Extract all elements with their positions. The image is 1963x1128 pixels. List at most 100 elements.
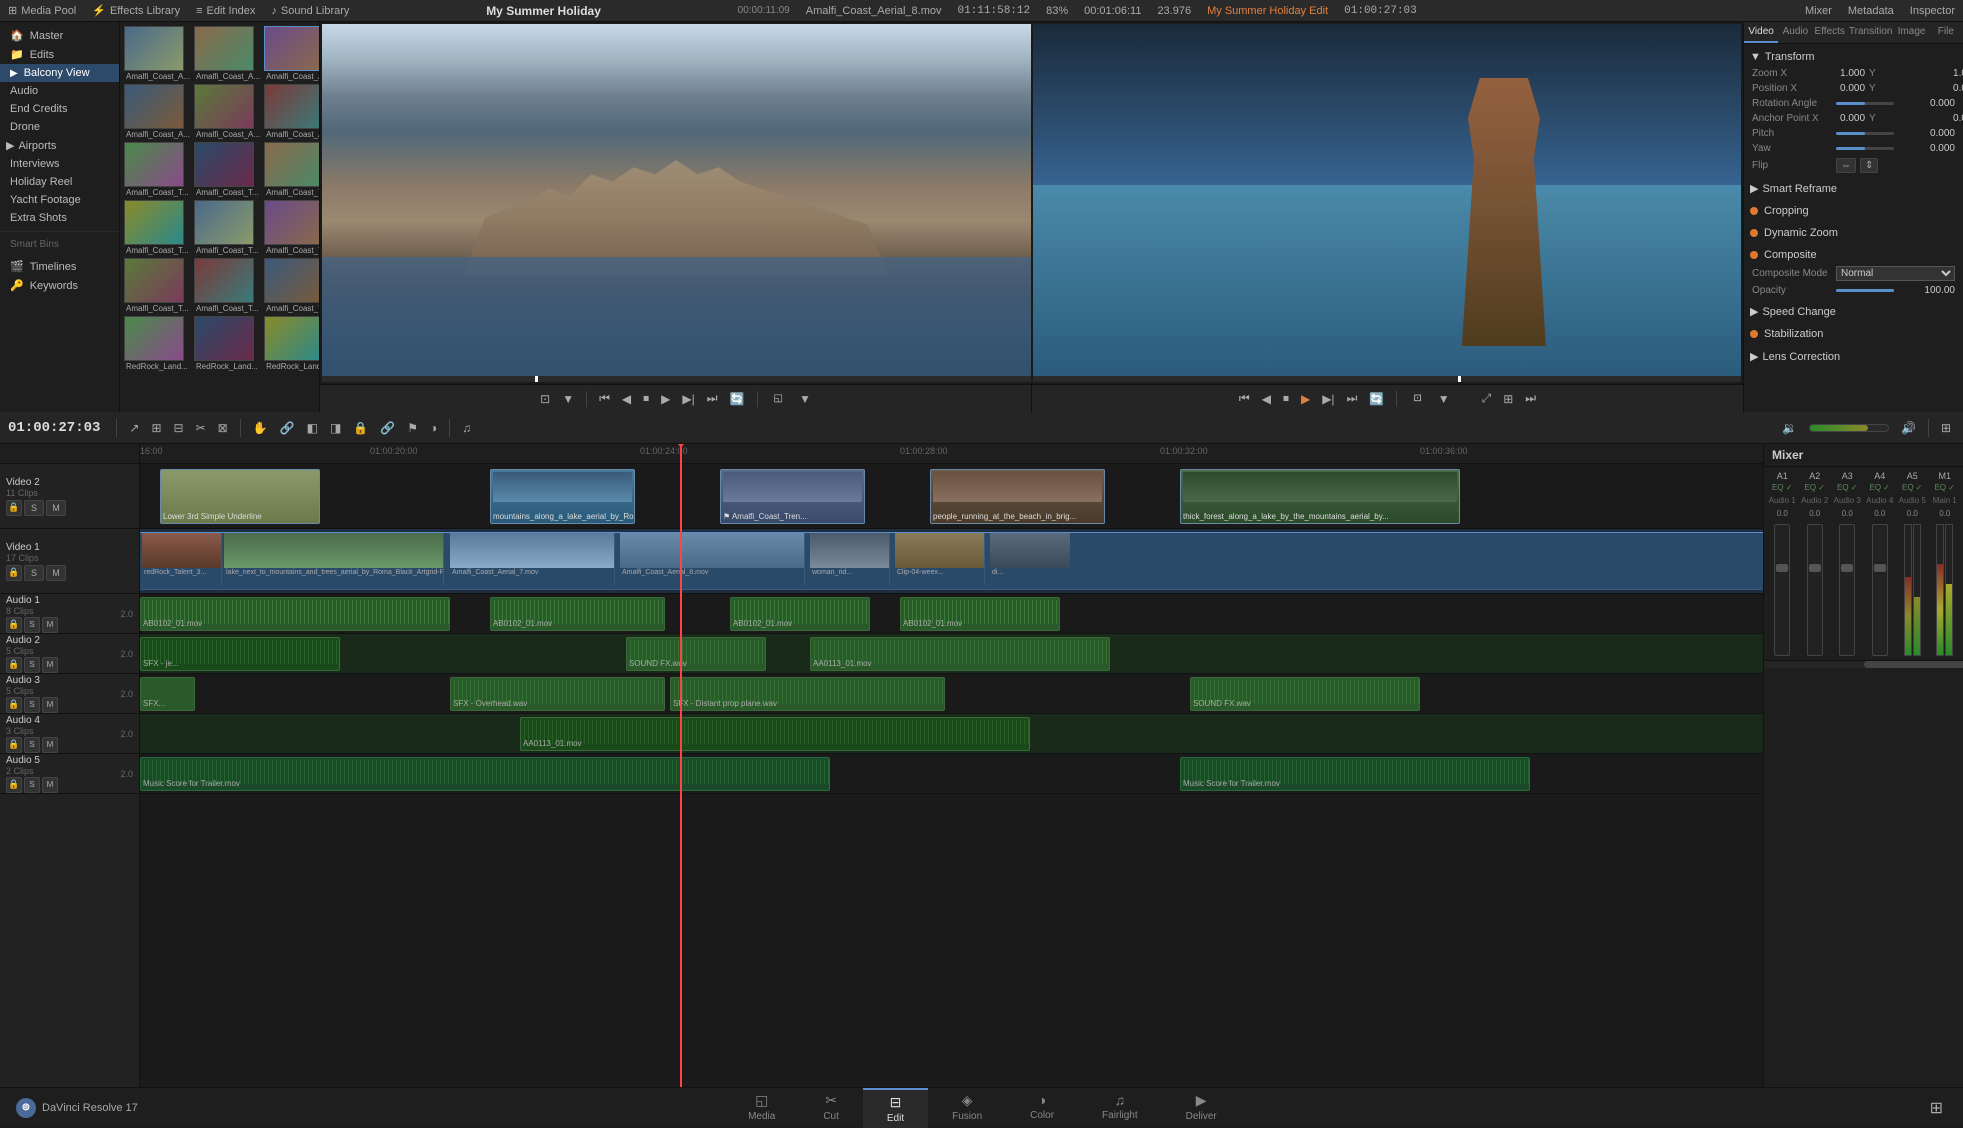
a1-clip-1[interactable]: AB0102_01.mov [140,597,450,631]
a2-solo-btn[interactable]: S [24,657,40,673]
media-thumb-selected[interactable] [264,26,320,71]
inspector-tab-file[interactable]: File [1929,22,1963,43]
v1-clip-weex[interactable]: Clip-04-weex... [895,533,985,585]
v1-lock-btn[interactable]: 🔒 [6,565,22,581]
v1-clip-woman[interactable]: woman_rid... [810,533,890,585]
a4-lock-btn[interactable]: 🔒 [6,737,22,753]
inspector-tab-audio[interactable]: Audio [1778,22,1812,43]
a3-solo-btn[interactable]: S [24,697,40,713]
timeline-playhead[interactable] [1458,376,1461,382]
mark-out-btn[interactable]: ◨ [326,419,345,437]
nav-media[interactable]: ◱ Media [724,1088,799,1128]
media-thumb[interactable] [194,26,254,71]
mixer-eq-m1[interactable]: EQ ✓ [1929,483,1962,492]
select-tool-btn[interactable]: ↗ [125,419,143,437]
snap-btn[interactable]: 🔒 [349,419,372,437]
color-btn[interactable]: ◑ [426,419,441,437]
source-loop-btn[interactable]: 🔄 [726,390,749,408]
a3-clip-overhead[interactable]: SFX - Overhead.wav [450,677,665,711]
media-thumb[interactable] [124,258,184,303]
erase-tool-btn[interactable]: ⊠ [214,419,232,437]
clip-mountains[interactable]: mountains_along_a_lake_aerial_by_Roma... [490,469,635,524]
v1-clip-bar[interactable]: redRock_Talent_3... lake_next_to_mountai… [140,532,1763,590]
a1-clip-3[interactable]: AB0102_01.mov [730,597,870,631]
nav-color[interactable]: ◑ Color [1006,1088,1078,1128]
sidebar-item-audio[interactable]: Audio [0,82,119,100]
a5-mute-btn[interactable]: M [42,777,58,793]
timeline-viewer[interactable] [1033,24,1742,382]
list-item[interactable]: Amalfi_Coast_T... [124,258,192,314]
a3-mute-btn[interactable]: M [42,697,58,713]
a3-clip-distant[interactable]: SFX - Distant prop plane.wav [670,677,945,711]
source-play-btn[interactable]: ▶ [657,390,674,408]
sound-library-btn[interactable]: ♪ Sound Library [271,5,349,17]
cropping-header[interactable]: Cropping [1748,202,1959,220]
link-btn[interactable]: 🔗 [376,419,399,437]
sidebar-item-balcony[interactable]: ▶ Balcony View [0,64,119,82]
sidebar-item-master[interactable]: 🏠 Master [0,26,119,45]
v1-clip-lake[interactable]: lake_next_to_mountains_and_trees_aerial_… [224,533,444,585]
source-playhead[interactable] [535,376,538,382]
a1-mute-btn[interactable]: M [42,617,58,633]
a3-clip-sound-fx2[interactable]: SOUND FX.wav [1190,677,1420,711]
sidebar-item-airports[interactable]: ▶ Airports [0,136,119,155]
workspace-btn[interactable]: ⊞ [1926,1096,1947,1120]
list-item[interactable]: Amalfi_Coast_T... [264,142,320,198]
flag-btn[interactable]: ⚑ [403,419,422,437]
tl-flag-btn[interactable]: ⏭ [1521,389,1540,408]
list-item[interactable]: Amalfi_Coast_T... [264,200,320,256]
media-pool-btn[interactable]: ⊞ Media Pool [8,4,76,17]
mixer-eq-a4[interactable]: EQ ✓ [1864,483,1897,492]
nav-cut[interactable]: ✂ Cut [799,1088,863,1128]
tl-viewer-controls-btn[interactable]: ▼ [1434,390,1454,408]
sidebar-item-interviews[interactable]: Interviews [0,155,119,173]
inspector-tab-image[interactable]: Image [1894,22,1928,43]
media-thumb[interactable] [124,200,184,245]
media-thumb[interactable] [124,316,184,361]
media-thumb[interactable] [264,84,320,129]
mixer-btn[interactable]: Mixer [1805,5,1832,17]
list-item[interactable]: Amalfi_Coast_A... [194,26,262,82]
speed-change-header[interactable]: ▶ Speed Change [1748,302,1959,321]
inspector-tab-effects[interactable]: Effects [1813,22,1847,43]
rotation-slider[interactable] [1836,102,1894,105]
tl-loop-btn[interactable]: 🔄 [1365,390,1388,408]
source-zoom-btn[interactable]: ⊡ [536,390,554,408]
source-prev-mark-btn[interactable]: ⏮ [595,389,614,408]
composite-mode-select[interactable]: Normal [1836,266,1955,281]
sidebar-item-drone[interactable]: Drone [0,118,119,136]
timeline-ruler[interactable]: 16:00 01:00:20:00 01:00:24:00 01:00:28:0… [140,444,1763,464]
tl-prev-frame-btn[interactable]: ◀ [1258,390,1275,408]
sidebar-item-holiday-reel[interactable]: Holiday Reel [0,173,119,191]
media-thumb[interactable] [264,258,320,303]
media-thumb[interactable] [124,84,184,129]
v2-lock-btn[interactable]: 🔒 [6,500,22,516]
a1-solo-btn[interactable]: S [24,617,40,633]
trim-tool-btn[interactable]: ⊞ [147,419,165,437]
list-item[interactable]: RedRock_Land... [194,316,262,372]
a3-lock-btn[interactable]: 🔒 [6,697,22,713]
a1-clip-2[interactable]: AB0102_01.mov [490,597,665,631]
a4-mute-btn[interactable]: M [42,737,58,753]
timeline-scrollbar[interactable] [1764,660,1963,668]
a1-clip-4[interactable]: AB0102_01.mov [900,597,1060,631]
tl-pip-btn[interactable]: ⊞ [1499,390,1517,408]
mixer-eq-a1[interactable]: EQ ✓ [1766,483,1799,492]
dynamic-trim-btn[interactable]: ⊟ [170,419,188,437]
effects-library-btn[interactable]: ⚡ Effects Library [92,4,180,17]
inspector-tab-transition[interactable]: Transition [1847,22,1895,43]
media-thumb[interactable] [264,200,320,245]
a4-solo-btn[interactable]: S [24,737,40,753]
sidebar-item-edits[interactable]: 📁 Edits [0,45,119,64]
sidebar-item-end-credits[interactable]: End Credits [0,100,119,118]
clip-people[interactable]: people_running_at_the_beach_in_brig... [930,469,1105,524]
v1-clip-redrock[interactable]: redRock_Talent_3... [142,533,222,585]
list-item[interactable]: Amalfi_Coast_T... [194,258,262,314]
mixer-fader-a1[interactable] [1774,524,1790,656]
mark-in-btn[interactable]: ◧ [303,419,322,437]
a1-lock-btn[interactable]: 🔒 [6,617,22,633]
media-thumb[interactable] [194,258,254,303]
vol-down-btn[interactable]: 🔉 [1778,419,1801,437]
flip-v-btn[interactable]: ⇕ [1860,158,1878,173]
tl-fullscreen-btn[interactable]: ⤢ [1478,389,1496,408]
